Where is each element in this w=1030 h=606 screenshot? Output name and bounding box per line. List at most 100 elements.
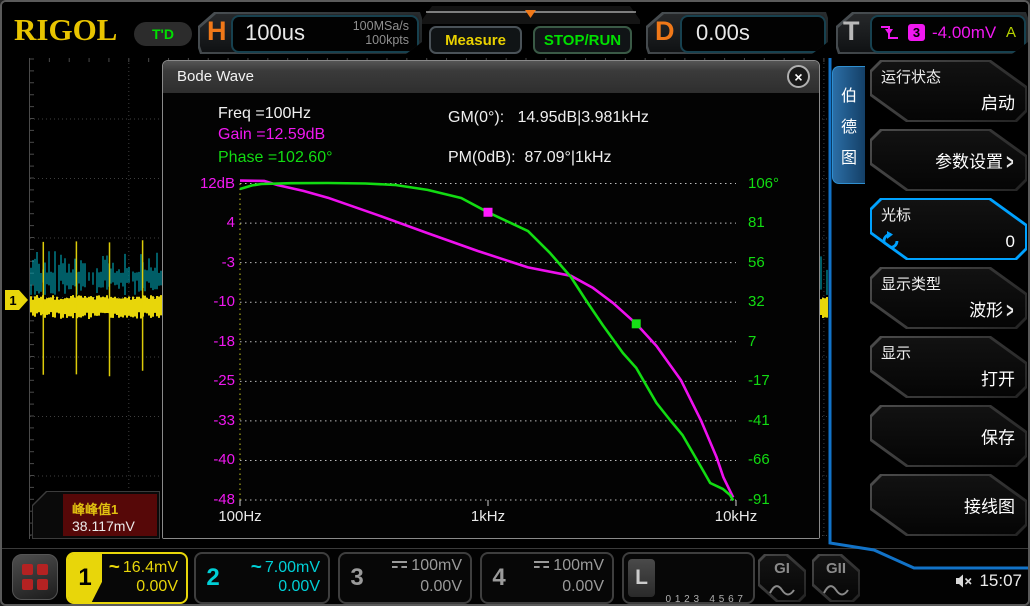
softkey-param-setup[interactable]: 参数设置> xyxy=(870,129,1027,191)
logic-label: L xyxy=(628,559,655,597)
waveform-position-indicator[interactable] xyxy=(422,6,640,24)
menu-button[interactable] xyxy=(12,554,58,600)
close-icon[interactable]: × xyxy=(787,65,810,88)
dialog-title-bar[interactable]: Bode Wave × xyxy=(163,61,819,94)
freq-axis-label: 100Hz xyxy=(200,508,280,525)
falling-edge-icon xyxy=(879,22,901,42)
speaker-muted-icon xyxy=(955,573,973,589)
channel-scale: ~16.4mV xyxy=(106,557,178,578)
svg-text:1: 1 xyxy=(9,293,16,308)
rotate-knob-icon xyxy=(880,230,902,252)
channel-offset: 0.00V xyxy=(106,578,178,596)
stop-run-button[interactable]: STOP/RUN xyxy=(533,26,632,54)
delay-block[interactable]: D 0.00s xyxy=(646,12,828,54)
phase-axis-label: -17 xyxy=(748,372,770,389)
trigger-block[interactable]: T 3 -4.00mV A xyxy=(836,12,1028,54)
generator-label: GII xyxy=(812,560,860,577)
measurement-value-box: 峰峰值1 38.117mV xyxy=(63,494,157,536)
channel-number: 2 xyxy=(196,554,230,602)
softkey-value: 接线图 xyxy=(964,493,1015,518)
measure-button[interactable]: Measure xyxy=(429,26,522,54)
channel-info: ~7.00mV0.00V xyxy=(234,557,320,600)
dialog-title: Bode Wave xyxy=(177,68,254,85)
status-bar: RIGOL T'D H 100us 100MSa/s 100kpts Measu… xyxy=(2,2,1028,56)
softkey-title: 显示类型 xyxy=(881,273,941,294)
softkey-title: 运行状态 xyxy=(881,66,941,87)
horizontal-block[interactable]: H 100us 100MSa/s 100kpts xyxy=(198,12,422,54)
logic-channels: 0 1 2 3 4 5 6 7 8 9 10 11 12 13 14 15 xyxy=(660,562,749,606)
softkey-value: 启动 xyxy=(981,89,1015,114)
softkey-display-type[interactable]: 显示类型波形> xyxy=(870,267,1027,329)
freq-axis-label: 1kHz xyxy=(448,508,528,525)
gm-marker xyxy=(632,319,641,328)
acquisition-info: 100MSa/s 100kpts xyxy=(353,19,409,47)
delay-label: D xyxy=(655,16,675,47)
softkey-value: 打开 xyxy=(981,365,1015,390)
generator-1-button[interactable]: GI xyxy=(758,554,806,602)
channel-scale: 100mV xyxy=(378,557,462,578)
channel-4-button[interactable]: 4100mV0.00V xyxy=(480,552,614,604)
gain-axis-label: -3 xyxy=(165,254,235,271)
dialog-body: Freq =100Hz Gain =12.59dB Phase =102.60°… xyxy=(163,93,819,538)
pm-marker xyxy=(484,208,493,217)
clock-area: 15:07 xyxy=(955,571,1022,591)
channel-number: 3 xyxy=(340,554,374,602)
trigger-box[interactable]: 3 -4.00mV A xyxy=(870,15,1026,53)
dc-coupling-icon xyxy=(534,561,549,568)
softkey-cursor[interactable]: 光标 0 xyxy=(870,198,1027,260)
menu-grid-icon xyxy=(22,564,48,590)
gain-axis-label: -10 xyxy=(165,293,235,310)
tab-bode-plot[interactable]: 伯德图 xyxy=(832,66,865,184)
softkey-value: 0 xyxy=(1006,232,1015,252)
channel-scale: ~7.00mV xyxy=(234,557,320,578)
softkey-wiring-diagram[interactable]: 接线图 xyxy=(870,474,1027,536)
gain-axis-label: 4 xyxy=(165,214,235,231)
gain-axis-label: 12dB xyxy=(165,175,235,192)
delay-value: 0.00s xyxy=(696,20,750,46)
ac-coupling-icon: ~ xyxy=(251,557,262,578)
phase-axis-label: 56 xyxy=(748,254,765,271)
softkey-display[interactable]: 显示打开 xyxy=(870,336,1027,398)
trigger-level: -4.00mV xyxy=(932,23,996,43)
softkey-title: 光标 xyxy=(881,204,911,225)
channel-info: ~16.4mV0.00V xyxy=(106,557,178,600)
memory-depth: 100kpts xyxy=(353,33,409,47)
clock-time: 15:07 xyxy=(979,571,1022,591)
measurement-panel[interactable]: 峰峰值1 38.117mV xyxy=(32,491,160,539)
phase-axis-label: 7 xyxy=(748,333,756,350)
timebase-box[interactable]: 100us 100MSa/s 100kpts xyxy=(231,15,419,53)
channel-number: 1 xyxy=(68,554,102,602)
trigger-mode: A xyxy=(1006,24,1016,41)
gain-axis-label: -25 xyxy=(165,372,235,389)
ac-coupling-icon: ~ xyxy=(109,557,120,578)
phase-axis-label: -41 xyxy=(748,412,770,429)
gain-axis-label: -40 xyxy=(165,451,235,468)
gain-axis-label: -48 xyxy=(165,491,235,508)
delay-box[interactable]: 0.00s xyxy=(680,15,826,53)
dc-coupling-icon xyxy=(392,561,407,568)
channel-offset: 0.00V xyxy=(378,578,462,596)
generator-2-button[interactable]: GII xyxy=(812,554,860,602)
softkey-value: 波形> xyxy=(969,296,1015,321)
freq-axis-label: 10kHz xyxy=(696,508,776,525)
channel-info: 100mV0.00V xyxy=(378,557,462,600)
channel-2-button[interactable]: 2~7.00mV0.00V xyxy=(194,552,330,604)
softkey-active-corner xyxy=(994,198,1027,223)
phase-curve xyxy=(240,183,733,501)
trigger-source-badge: 3 xyxy=(908,24,925,41)
gain-axis-label: -33 xyxy=(165,412,235,429)
softkey-save[interactable]: 保存 xyxy=(870,405,1027,467)
channel-3-button[interactable]: 3100mV0.00V xyxy=(338,552,472,604)
channel-1-button[interactable]: 1~16.4mV0.00V xyxy=(66,552,188,604)
softkey-run-state[interactable]: 运行状态启动 xyxy=(870,60,1027,122)
chevron-right-icon: > xyxy=(1006,299,1013,324)
channel-offset: 0.00V xyxy=(520,578,604,596)
channel-number: 4 xyxy=(482,554,516,602)
softkey-value: 参数设置> xyxy=(935,148,1015,173)
softkey-title: 显示 xyxy=(881,342,911,363)
phase-axis-label: -91 xyxy=(748,491,770,508)
logic-analyzer-button[interactable]: L 0 1 2 3 4 5 6 7 8 9 10 11 12 13 14 15 xyxy=(622,552,755,604)
oscilloscope-screen: 1 峰峰值1 38.117mV Bode Wave × Freq =100Hz … xyxy=(0,0,1030,606)
measurement-value: 38.117mV xyxy=(72,518,135,534)
channel-scale: 100mV xyxy=(520,557,604,578)
